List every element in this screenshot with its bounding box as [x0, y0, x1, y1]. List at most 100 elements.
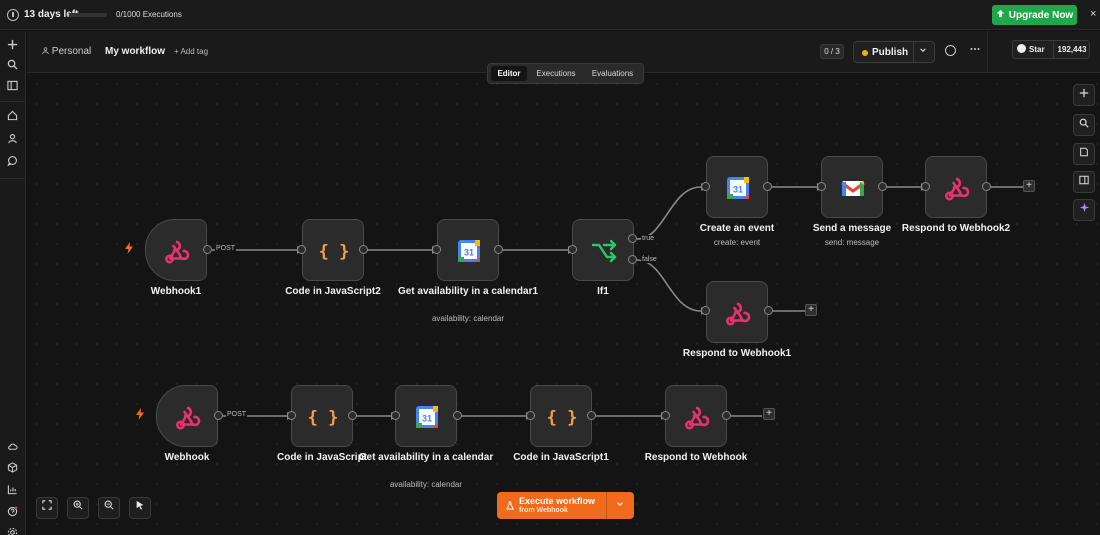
person-icon	[42, 47, 49, 55]
webhook-icon	[164, 240, 190, 264]
help-icon[interactable]	[5, 506, 19, 520]
breadcrumb-personal-label: Personal	[51, 46, 92, 57]
chat-icon[interactable]	[5, 155, 19, 169]
fit-view-button[interactable]	[36, 497, 58, 519]
user-icon[interactable]	[5, 133, 19, 147]
zoom-out-button[interactable]	[98, 497, 120, 519]
node-create-an-event[interactable]: 31	[706, 156, 768, 218]
gmail-icon	[841, 181, 865, 196]
node-code-in-javascript1[interactable]: { }	[530, 385, 592, 447]
upgrade-icon	[996, 9, 1005, 21]
executions-count: 0/1000 Executions	[116, 10, 182, 19]
upgrade-label: Upgrade Now	[1008, 9, 1074, 21]
close-icon[interactable]: ×	[1090, 8, 1096, 20]
pointer-mode-button[interactable]	[129, 497, 151, 519]
chevron-down-icon[interactable]	[616, 500, 624, 510]
node-label: If1	[597, 286, 609, 297]
node-code-in-javascript2[interactable]: { }	[302, 219, 364, 281]
webhook-icon	[725, 302, 751, 326]
execute-label: Execute workflow	[519, 496, 596, 506]
node-webhook[interactable]	[156, 385, 218, 447]
unpublished-dot	[862, 50, 868, 56]
sticky-note-button[interactable]	[1073, 143, 1095, 165]
left-sidebar	[0, 31, 26, 535]
chevron-down-icon[interactable]	[919, 46, 927, 56]
add-next-node-button[interactable]: +	[1023, 180, 1035, 192]
github-star-button[interactable]: Star 192,443	[1012, 40, 1090, 59]
search-icon	[1079, 118, 1089, 128]
node-label: Get availability in a calendar	[358, 452, 494, 463]
breadcrumb-personal[interactable]: Personal	[42, 46, 91, 57]
cursor-icon	[136, 500, 144, 510]
plus-icon[interactable]	[5, 39, 19, 53]
google-calendar-icon: 31	[727, 177, 749, 199]
add-node-button[interactable]	[1073, 84, 1095, 106]
home-icon[interactable]	[5, 110, 19, 124]
node-code-in-javascript[interactable]: { }	[291, 385, 353, 447]
sidebar-toggle-icon[interactable]	[5, 80, 19, 94]
trial-banner: 13 days left 0/1000 Executions Upgrade N…	[0, 0, 1100, 30]
execute-workflow-button[interactable]: Execute workflow from Webhook	[497, 492, 634, 519]
ai-assistant-button[interactable]	[1073, 199, 1095, 221]
edge-label-post: POST	[215, 245, 237, 252]
upgrade-now-button[interactable]: Upgrade Now	[992, 5, 1077, 25]
code-icon: { }	[548, 408, 576, 428]
webhook-icon	[175, 406, 201, 430]
search-nodes-button[interactable]	[1073, 114, 1095, 136]
insights-icon[interactable]	[5, 484, 19, 498]
settings-icon[interactable]	[5, 527, 19, 535]
edge-label-post: POST	[226, 411, 248, 418]
node-get-availability-calendar1[interactable]: 31	[437, 219, 499, 281]
node-label: Respond to Webhook2	[901, 223, 1011, 234]
execute-sublabel: from Webhook	[519, 507, 568, 514]
tab-evaluations[interactable]: Evaluations	[584, 66, 641, 81]
edge-label-true: true	[641, 235, 656, 242]
panel-icon	[1079, 175, 1089, 185]
code-icon: { }	[320, 242, 348, 262]
node-label: Get availability in a calendar1	[397, 286, 539, 297]
cloud-icon[interactable]	[5, 441, 19, 455]
more-options-icon[interactable]	[970, 43, 980, 54]
note-icon	[1080, 147, 1088, 157]
svg-text:31: 31	[733, 185, 743, 195]
if-branch-icon	[591, 239, 617, 263]
sparkle-icon	[1079, 202, 1089, 213]
workflow-name[interactable]: My workflow	[105, 46, 165, 57]
tab-executions[interactable]: Executions	[530, 66, 582, 81]
info-icon	[7, 9, 19, 21]
history-icon[interactable]	[945, 45, 956, 56]
fullscreen-icon	[42, 500, 52, 510]
node-send-a-message[interactable]	[821, 156, 883, 218]
node-label: Respond to Webhook	[644, 452, 748, 463]
workflow-canvas[interactable]	[27, 74, 1100, 535]
node-label: Code in JavaScript2	[285, 286, 381, 297]
zoom-in-button[interactable]	[67, 497, 89, 519]
search-icon[interactable]	[5, 59, 19, 73]
add-next-node-button[interactable]: +	[805, 304, 817, 316]
publish-button[interactable]: Publish	[853, 41, 935, 63]
package-icon[interactable]	[5, 462, 19, 476]
svg-text:{ }: { }	[320, 242, 348, 262]
add-next-node-button[interactable]: +	[763, 408, 775, 420]
node-webhook1[interactable]	[145, 219, 207, 281]
google-calendar-icon: 31	[458, 240, 480, 262]
node-subtitle: availability: calendar	[389, 480, 463, 489]
svg-text:31: 31	[464, 248, 474, 258]
node-respond-to-webhook1[interactable]	[706, 281, 768, 343]
add-tag-button[interactable]: + Add tag	[174, 47, 208, 56]
tab-editor[interactable]: Editor	[491, 66, 527, 81]
svg-text:31: 31	[422, 414, 432, 424]
node-label: Code in JavaScript1	[513, 452, 609, 463]
github-icon	[1017, 44, 1026, 53]
node-get-availability-calendar[interactable]: 31	[395, 385, 457, 447]
edge-label-false: false	[641, 256, 658, 263]
panel-toggle-button[interactable]	[1073, 171, 1095, 193]
node-respond-to-webhook2[interactable]	[925, 156, 987, 218]
svg-text:{ }: { }	[309, 408, 337, 428]
node-subtitle: availability: calendar	[431, 314, 505, 323]
webhook-icon	[944, 177, 970, 201]
code-icon: { }	[309, 408, 337, 428]
node-if1[interactable]	[572, 219, 634, 281]
trigger-bolt-icon	[124, 242, 134, 257]
node-respond-to-webhook[interactable]	[665, 385, 727, 447]
